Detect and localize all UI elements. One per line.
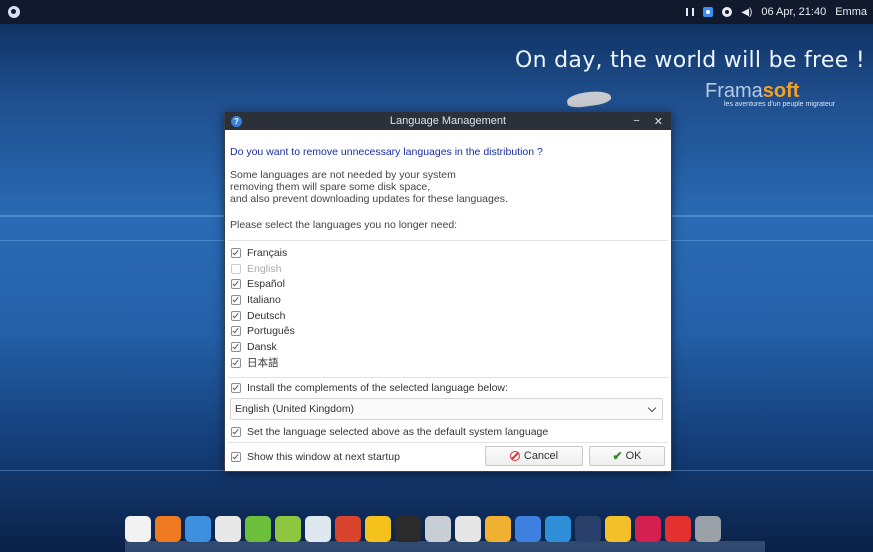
tux-icon[interactable]	[395, 516, 421, 542]
image-viewer-icon[interactable]	[305, 516, 331, 542]
film-editor-icon[interactable]	[245, 516, 271, 542]
divider	[228, 240, 668, 241]
ok-label: OK	[625, 450, 642, 462]
language-option-english: English	[231, 261, 295, 277]
atom-icon[interactable]	[485, 516, 511, 542]
checkbox[interactable]	[231, 357, 241, 368]
set-default-option[interactable]: Set the language selected above as the d…	[231, 426, 548, 438]
language-label: Italiano	[247, 293, 281, 306]
minimize-button[interactable]: −	[633, 115, 639, 128]
checkbox[interactable]	[231, 326, 241, 337]
top-panel: ◀) 06 Apr, 21:40 Emma	[0, 0, 873, 24]
cancel-icon	[509, 451, 520, 461]
language-option-francais[interactable]: Français	[231, 245, 295, 261]
bird-graphic	[566, 89, 612, 109]
language-label: English	[247, 262, 282, 275]
language-option-dansk[interactable]: Dansk	[231, 339, 295, 355]
checkbox	[231, 263, 241, 274]
trash-icon[interactable]	[695, 516, 721, 542]
menu-logo-icon[interactable]	[8, 6, 20, 18]
star-icon[interactable]	[365, 516, 391, 542]
description-line: Some languages are not needed by your sy…	[230, 169, 456, 181]
language-label: Português	[247, 325, 295, 338]
description-line: removing them will spare some disk space…	[230, 181, 431, 193]
divider	[228, 442, 668, 443]
language-list: Français English Español Italiano Deutsc…	[231, 245, 295, 371]
power-icon[interactable]	[665, 516, 691, 542]
dialog-question: Do you want to remove unnecessary langua…	[230, 146, 543, 158]
language-label: 日本語	[247, 357, 279, 370]
dialog-description: Some languages are not needed by your sy…	[230, 169, 508, 205]
dock	[125, 511, 765, 542]
checkbox[interactable]	[231, 247, 241, 258]
media-player-icon[interactable]	[335, 516, 361, 542]
description-line: and also prevent downloading updates for…	[230, 193, 508, 205]
brand-tagline: les aventures d'un peuple migrateur	[724, 101, 836, 108]
language-management-dialog: ? Language Management − ✕ Do you want to…	[224, 111, 672, 472]
help-icon: ?	[231, 115, 242, 127]
cancel-label: Cancel	[523, 450, 559, 462]
language-option-italiano[interactable]: Italiano	[231, 292, 295, 308]
language-label: Español	[247, 278, 285, 291]
language-option-deutsch[interactable]: Deutsch	[231, 308, 295, 324]
globe-icon[interactable]	[185, 516, 211, 542]
language-label: Français	[247, 246, 288, 259]
clock[interactable]: 06 Apr, 21:40	[761, 6, 826, 18]
update-icon[interactable]	[703, 7, 714, 17]
dialog-titlebar[interactable]: ? Language Management − ✕	[225, 112, 671, 130]
set-default-label: Set the language selected above as the d…	[247, 426, 549, 438]
checkbox[interactable]	[231, 279, 241, 290]
checkbox[interactable]	[231, 452, 241, 462]
system-tray: ◀) 06 Apr, 21:40 Emma	[686, 6, 873, 18]
settings-icon[interactable]	[722, 7, 733, 17]
dialog-title: Language Management	[389, 115, 507, 127]
window-manager-icon[interactable]	[575, 516, 601, 542]
checkbox[interactable]	[231, 341, 241, 352]
clapper-icon[interactable]	[275, 516, 301, 542]
dock-reflection	[125, 541, 765, 552]
brand-logo: Framasoft	[705, 80, 799, 103]
debian-icon[interactable]	[635, 516, 661, 542]
chevron-down-icon	[647, 403, 657, 412]
checkmark-icon: ✔	[612, 449, 623, 463]
language-label: Dansk	[247, 340, 277, 353]
brand-part-a: Frama	[705, 80, 763, 102]
install-complements-label: Install the complements of the selected …	[247, 382, 508, 394]
gears-icon[interactable]	[425, 516, 451, 542]
language-label: Deutsch	[247, 309, 286, 322]
language-select[interactable]: English (United Kingdom)	[230, 398, 663, 420]
ok-button[interactable]: ✔ OK	[589, 446, 665, 466]
divider	[228, 377, 668, 378]
volume-icon[interactable]: ◀)	[741, 7, 752, 18]
cancel-button[interactable]: Cancel	[485, 446, 583, 466]
checkbox[interactable]	[231, 427, 241, 437]
checkbox[interactable]	[231, 383, 241, 393]
notes-icon[interactable]	[605, 516, 631, 542]
show-at-startup-option[interactable]: Show this window at next startup	[231, 451, 400, 463]
select-prompt: Please select the languages you no longe…	[230, 219, 458, 231]
checkbox[interactable]	[231, 294, 241, 305]
help-icon[interactable]	[515, 516, 541, 542]
install-complements-option[interactable]: Install the complements of the selected …	[231, 382, 508, 394]
selected-language: English (United Kingdom)	[235, 403, 355, 415]
house-settings-icon[interactable]	[455, 516, 481, 542]
checkbox[interactable]	[231, 310, 241, 321]
firefox-icon[interactable]	[155, 516, 181, 542]
home-icon[interactable]	[125, 516, 151, 542]
network-icon[interactable]	[686, 8, 695, 16]
close-button[interactable]: ✕	[654, 115, 663, 128]
language-option-portugues[interactable]: Português	[231, 323, 295, 339]
language-option-espanol[interactable]: Español	[231, 276, 295, 292]
user-name[interactable]: Emma	[835, 6, 867, 18]
language-option-japanese[interactable]: 日本語	[231, 355, 295, 371]
show-at-startup-label: Show this window at next startup	[247, 451, 400, 463]
document-icon[interactable]	[215, 516, 241, 542]
brand-part-b: soft	[762, 80, 800, 102]
wallpaper-slogan: On day, the world will be free !	[515, 48, 865, 73]
workspace-switcher-icon[interactable]	[545, 516, 571, 542]
